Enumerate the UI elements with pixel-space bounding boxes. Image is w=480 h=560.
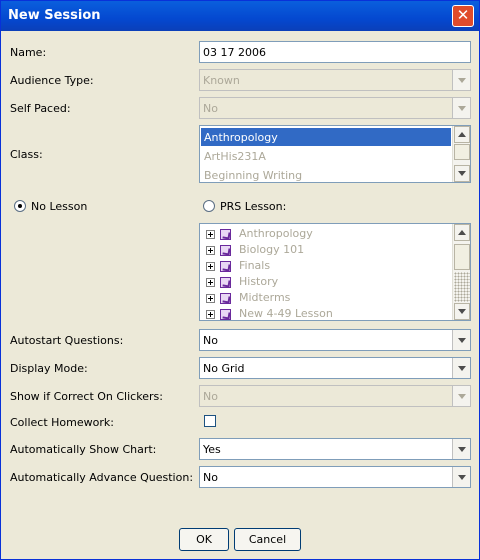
prs-lesson-radio[interactable] (203, 200, 215, 212)
tree-item-label: New 4-49 Lesson (239, 307, 333, 320)
self-paced-label: Self Paced: (10, 102, 71, 115)
tree-expand-icon[interactable] (206, 278, 215, 287)
name-input[interactable]: 03 17 2006 (199, 41, 471, 63)
tree-item-label: History (239, 275, 279, 288)
self-paced-value: No (203, 102, 218, 115)
lesson-icon (220, 293, 231, 304)
cancel-button[interactable]: Cancel (234, 528, 301, 551)
audience-type-select[interactable]: Known (199, 69, 471, 91)
auto-advance-question-dropdown-icon[interactable] (452, 467, 470, 487)
collect-homework-checkbox[interactable] (204, 415, 216, 427)
show-if-correct-value: No (203, 390, 218, 403)
autostart-questions-label: Autostart Questions: (10, 334, 124, 347)
scroll-thumb[interactable] (454, 244, 470, 270)
scroll-thumb[interactable] (454, 144, 470, 160)
scroll-track[interactable] (454, 272, 470, 302)
no-lesson-label: No Lesson (31, 200, 88, 213)
auto-advance-question-value: No (203, 471, 218, 484)
auto-show-chart-dropdown-icon[interactable] (452, 439, 470, 459)
lesson-icon (220, 261, 231, 272)
close-icon: ✕ (456, 6, 470, 24)
tree-item-label: Finals (239, 259, 271, 272)
self-paced-select[interactable]: No (199, 97, 471, 119)
class-listbox[interactable]: Anthropology ArtHis231A Beginning Writin… (199, 125, 471, 183)
tree-expand-icon[interactable] (206, 310, 215, 319)
tree-expand-icon[interactable] (206, 246, 215, 255)
new-session-dialog: New Session ✕ Name: 03 17 2006 Audience … (0, 0, 480, 560)
class-option[interactable]: Anthropology (201, 128, 451, 146)
lesson-icon (220, 245, 231, 256)
name-label: Name: (10, 46, 47, 59)
show-if-correct-dropdown-icon[interactable] (452, 386, 470, 406)
collect-homework-label: Collect Homework: (10, 416, 114, 429)
self-paced-dropdown-icon[interactable] (452, 98, 470, 118)
tree-expand-icon[interactable] (206, 230, 215, 239)
audience-type-label: Audience Type: (10, 74, 94, 87)
display-mode-select[interactable]: No Grid (199, 357, 471, 379)
audience-type-dropdown-icon[interactable] (452, 70, 470, 90)
display-mode-label: Display Mode: (10, 362, 88, 375)
title-bar[interactable]: New Session ✕ (1, 1, 479, 31)
prs-lesson-label: PRS Lesson: (220, 200, 287, 213)
show-if-correct-label: Show if Correct On Clickers: (10, 390, 163, 403)
class-scrollbar[interactable] (452, 126, 470, 182)
scroll-up-icon[interactable] (454, 126, 470, 143)
autostart-questions-dropdown-icon[interactable] (452, 330, 470, 350)
scroll-up-icon[interactable] (454, 224, 470, 241)
auto-show-chart-label: Automatically Show Chart: (10, 443, 157, 456)
lesson-icon (220, 277, 231, 288)
lesson-scrollbar[interactable] (452, 224, 470, 320)
window-title: New Session (8, 8, 101, 23)
autostart-questions-select[interactable]: No (199, 329, 471, 351)
audience-type-value: Known (203, 74, 240, 87)
name-value: 03 17 2006 (203, 46, 266, 59)
autostart-questions-value: No (203, 334, 218, 347)
lesson-icon (220, 309, 231, 320)
class-option[interactable]: ArtHis231A (201, 147, 451, 165)
tree-expand-icon[interactable] (206, 294, 215, 303)
scroll-down-icon[interactable] (454, 303, 470, 320)
auto-show-chart-value: Yes (203, 443, 221, 456)
tree-item-label: Biology 101 (239, 243, 305, 256)
ok-button[interactable]: OK (179, 528, 229, 551)
close-button[interactable]: ✕ (452, 5, 474, 27)
tree-item-label: Anthropology (239, 227, 313, 240)
class-label: Class: (10, 148, 43, 161)
scroll-down-icon[interactable] (454, 165, 470, 182)
tree-item-label: Midterms (239, 291, 291, 304)
show-if-correct-select[interactable]: No (199, 385, 471, 407)
display-mode-dropdown-icon[interactable] (452, 358, 470, 378)
display-mode-value: No Grid (203, 362, 245, 375)
auto-advance-question-select[interactable]: No (199, 466, 471, 488)
tree-expand-icon[interactable] (206, 262, 215, 271)
lesson-icon (220, 229, 231, 240)
no-lesson-radio[interactable] (14, 200, 26, 212)
auto-show-chart-select[interactable]: Yes (199, 438, 471, 460)
class-option[interactable]: Beginning Writing (201, 166, 451, 182)
lesson-tree[interactable]: Anthropology Biology 101 Finals History … (199, 223, 471, 321)
auto-advance-question-label: Automatically Advance Question: (10, 471, 194, 484)
